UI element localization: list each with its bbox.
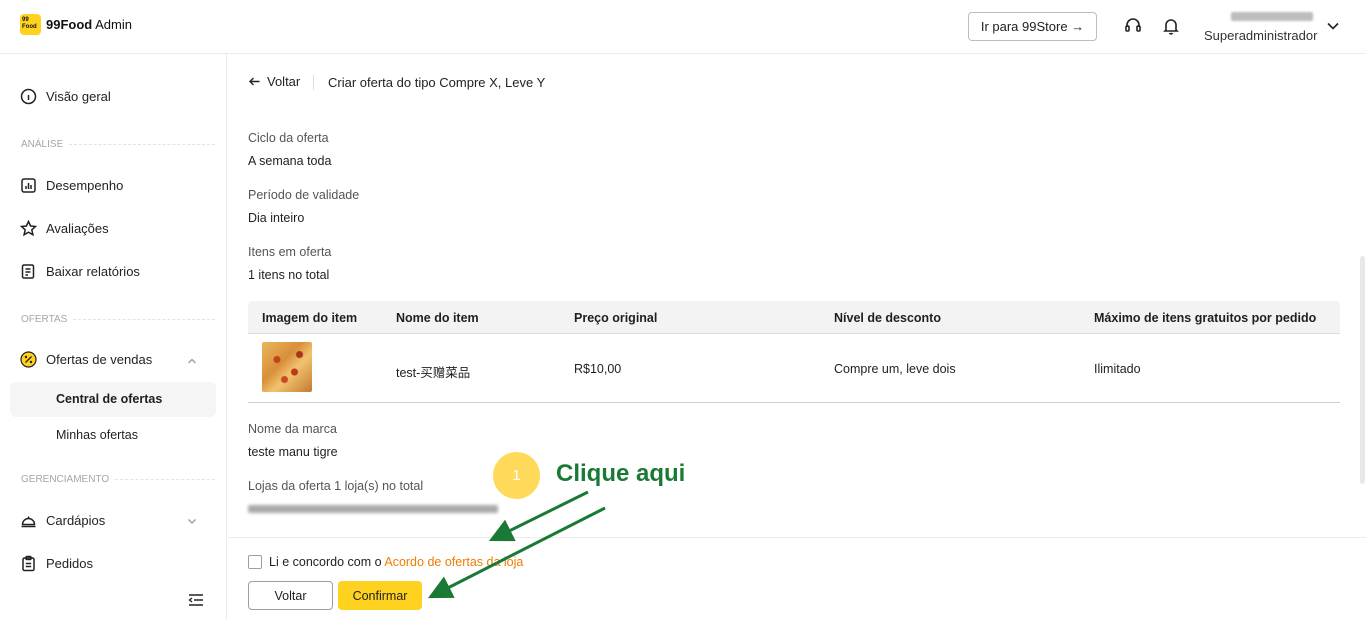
logo-text: 99Food Admin	[46, 17, 132, 32]
chevron-down-icon[interactable]	[1325, 18, 1341, 34]
table-header: Imagem do item Nome do item Preço origin…	[248, 301, 1340, 334]
validity-value: Dia inteiro	[248, 211, 305, 225]
offer-cycle-label: Ciclo da oferta	[248, 131, 329, 145]
stores-label: Lojas da oferta 1 loja(s) no total	[248, 479, 424, 493]
scrollbar[interactable]	[1360, 256, 1365, 484]
sidebar-item-reports[interactable]: Baixar relatórios	[20, 263, 140, 280]
items-table: Imagem do item Nome do item Preço origin…	[248, 301, 1340, 403]
clipboard-icon	[22, 555, 35, 572]
item-price: R$10,00	[574, 362, 622, 376]
col-header-discount: Nível de desconto	[834, 311, 941, 325]
discount-badge-icon	[20, 351, 37, 368]
item-name: test-买赠菜品	[396, 366, 471, 380]
table-row: test-买赠菜品 R$10,00 Compre um, leve dois I…	[248, 334, 1340, 403]
sidebar-item-label: Ofertas de vendas	[46, 352, 153, 367]
col-header-max-free: Máximo de itens gratuitos por pedido	[1094, 311, 1317, 325]
back-button[interactable]: Voltar	[248, 581, 333, 610]
sidebar-item-performance[interactable]: Desempenho	[20, 177, 123, 194]
sidebar-item-orders[interactable]: Pedidos	[20, 555, 93, 572]
item-image	[262, 342, 312, 392]
item-discount: Compre um, leve dois	[834, 362, 956, 376]
form-footer: Li e concordo com o Acordo de ofertas da…	[228, 537, 1366, 620]
bell-icon[interactable]	[1161, 16, 1181, 36]
home-icon	[20, 88, 37, 105]
sidebar-item-my-offers[interactable]: Minhas ofertas	[56, 428, 138, 442]
validity-label: Período de validade	[248, 188, 360, 202]
sidebar-item-label: Cardápios	[46, 513, 106, 528]
offer-cycle-value: A semana toda	[248, 154, 332, 168]
col-header-image: Imagem do item	[262, 311, 358, 325]
main-content: Voltar Criar oferta do tipo Compre X, Le…	[228, 54, 1366, 620]
title-divider	[313, 75, 314, 90]
agreement-text: Li e concordo com o Acordo de ofertas da…	[269, 555, 524, 569]
step-badge: 1	[493, 452, 540, 499]
page-title: Criar oferta do tipo Compre X, Leve Y	[328, 75, 546, 90]
sidebar-item-reviews[interactable]: Avaliações	[20, 220, 109, 237]
top-header: 99 Food 99Food Admin Ir para 99Store → S…	[0, 0, 1366, 54]
sidebar-item-menus[interactable]: Cardápios	[20, 512, 105, 529]
sidebar: Visão geral ANÁLISE Desempenho Avaliaçõe…	[0, 54, 227, 620]
item-max-free: Ilimitado	[1094, 362, 1141, 376]
collapse-sidebar-icon[interactable]	[187, 592, 205, 608]
headset-icon[interactable]	[1123, 16, 1143, 36]
sidebar-item-overview[interactable]: Visão geral	[20, 88, 111, 105]
section-analysis: ANÁLISE	[21, 139, 215, 150]
sidebar-item-offers-central[interactable]: Central de ofertas	[56, 392, 162, 406]
app-logo[interactable]: 99 Food 99Food Admin	[20, 14, 132, 35]
col-header-price: Preço original	[574, 311, 658, 325]
col-header-name: Nome do item	[396, 311, 479, 325]
back-link[interactable]: Voltar	[248, 74, 300, 89]
sidebar-item-label: Visão geral	[46, 89, 111, 104]
callout-text: Clique aqui	[556, 460, 686, 487]
sidebar-item-label: Pedidos	[46, 556, 93, 571]
store-code-blurred	[248, 505, 498, 513]
sidebar-item-label: Baixar relatórios	[46, 264, 140, 279]
user-name-blurred	[1231, 12, 1313, 21]
brand-label: Nome da marca	[248, 422, 337, 436]
go-to-store-button[interactable]: Ir para 99Store →	[968, 12, 1097, 41]
chart-icon	[21, 178, 36, 193]
chevron-down-icon[interactable]	[186, 515, 198, 527]
section-offers: OFERTAS	[21, 314, 215, 325]
brand-value: teste manu tigre	[248, 445, 338, 459]
chevron-up-icon[interactable]	[186, 355, 198, 367]
items-value: 1 itens no total	[248, 268, 330, 282]
agreement-checkbox[interactable]	[248, 555, 262, 569]
items-label: Itens em oferta	[248, 245, 332, 259]
confirm-button[interactable]: Confirmar	[338, 581, 422, 610]
sidebar-item-label: Avaliações	[46, 221, 109, 236]
sidebar-item-label: Desempenho	[46, 178, 124, 193]
download-report-icon	[21, 264, 35, 279]
star-icon	[20, 220, 37, 237]
agreement-row: Li e concordo com o Acordo de ofertas da…	[248, 555, 523, 569]
user-role: Superadministrador	[1204, 28, 1318, 43]
arrow-left-icon	[249, 77, 260, 86]
section-management: GERENCIAMENTO	[21, 474, 215, 485]
agreement-link[interactable]: Acordo de ofertas da loja	[384, 555, 523, 569]
logo-mark: 99 Food	[20, 14, 41, 35]
cloche-icon	[21, 516, 36, 528]
sidebar-item-sales-offers[interactable]: Ofertas de vendas	[20, 351, 152, 368]
